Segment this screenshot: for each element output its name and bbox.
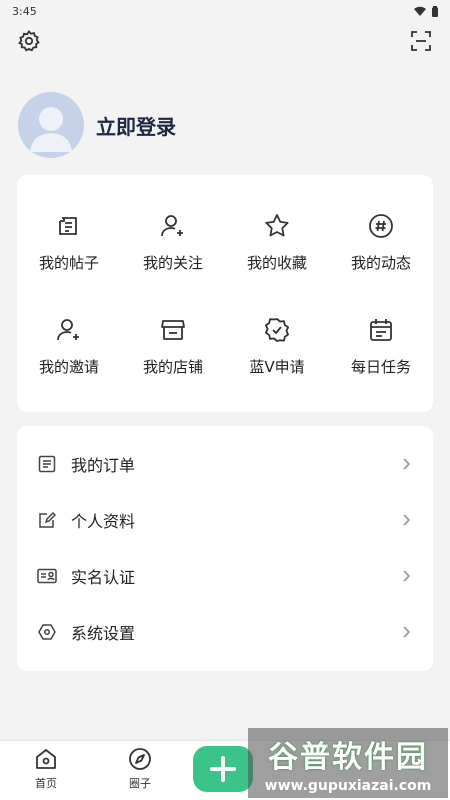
status-bar: 3:45 bbox=[0, 0, 450, 22]
grid-item-my-posts[interactable]: 我的帖子 bbox=[17, 191, 121, 295]
grid-label: 我的邀请 bbox=[38, 357, 99, 376]
post-icon bbox=[59, 217, 77, 236]
grid-label: 我的收藏 bbox=[246, 254, 307, 273]
scan-button[interactable] bbox=[408, 28, 434, 54]
chevron-right-icon bbox=[403, 626, 411, 638]
wifi-icon bbox=[414, 6, 426, 16]
chevron-right-icon bbox=[403, 514, 411, 526]
hexagon-settings-icon bbox=[37, 622, 57, 642]
nav-label-circle: 圈子 bbox=[129, 777, 151, 790]
grid-item-blue-v[interactable]: 蓝V申请 bbox=[225, 295, 329, 399]
grid-label: 我的店铺 bbox=[142, 357, 203, 376]
list-label: 实名认证 bbox=[71, 568, 136, 587]
watermark-title: 谷普软件园 bbox=[268, 740, 428, 775]
order-icon bbox=[37, 454, 57, 474]
grid-label: 蓝V申请 bbox=[249, 357, 305, 376]
grid-label: 我的动态 bbox=[350, 254, 411, 273]
login-link[interactable]: 立即登录 bbox=[96, 111, 176, 140]
list-label: 我的订单 bbox=[71, 456, 136, 475]
default-avatar-icon bbox=[30, 107, 72, 152]
menu-list-card: 我的订单 个人资料 实名认证 系统设置 bbox=[17, 426, 433, 671]
chevron-right-icon bbox=[403, 458, 411, 470]
nav-circle[interactable]: 圈子 bbox=[115, 747, 165, 791]
home-icon bbox=[36, 749, 56, 769]
id-card-icon bbox=[37, 566, 57, 586]
grid-item-my-invites[interactable]: 我的邀请 bbox=[17, 295, 121, 399]
hashtag-icon bbox=[369, 214, 393, 239]
verified-badge-icon bbox=[265, 317, 289, 342]
invite-icon bbox=[57, 318, 79, 340]
gear-icon bbox=[18, 30, 40, 52]
list-item-profile-info[interactable]: 个人资料 bbox=[17, 492, 433, 548]
grid-label: 我的帖子 bbox=[38, 254, 99, 273]
list-item-real-name-verification[interactable]: 实名认证 bbox=[17, 548, 433, 604]
star-icon bbox=[265, 214, 289, 237]
follow-icon bbox=[161, 215, 183, 237]
plus-icon bbox=[210, 756, 236, 782]
nav-home[interactable]: 首页 bbox=[21, 747, 71, 791]
grid-item-daily-tasks[interactable]: 每日任务 bbox=[329, 295, 433, 399]
status-icons bbox=[414, 5, 438, 17]
list-label: 个人资料 bbox=[71, 512, 136, 531]
grid-item-my-favorites[interactable]: 我的收藏 bbox=[225, 191, 329, 295]
watermark: 谷普软件园 www.gupuxiazai.com bbox=[248, 728, 448, 798]
status-time: 3:45 bbox=[12, 4, 37, 18]
nav-label-home: 首页 bbox=[35, 777, 57, 790]
scan-icon bbox=[411, 31, 431, 51]
grid-item-my-store[interactable]: 我的店铺 bbox=[121, 295, 225, 399]
profile-header[interactable]: 立即登录 bbox=[18, 92, 176, 158]
battery-icon bbox=[432, 5, 438, 17]
list-item-my-orders[interactable]: 我的订单 bbox=[17, 436, 433, 492]
chevron-right-icon bbox=[403, 570, 411, 582]
calendar-icon bbox=[370, 318, 392, 341]
avatar[interactable] bbox=[18, 92, 84, 158]
watermark-url: www.gupuxiazai.com bbox=[264, 778, 432, 794]
feature-grid-card: 我的帖子 我的关注 我的收藏 我的动态 我的邀请 我的店铺 蓝V申请 每日任务 bbox=[17, 175, 433, 412]
list-item-system-settings[interactable]: 系统设置 bbox=[17, 604, 433, 660]
create-post-button[interactable] bbox=[193, 746, 253, 792]
grid-label: 我的关注 bbox=[142, 254, 203, 273]
grid-item-my-activity[interactable]: 我的动态 bbox=[329, 191, 433, 295]
settings-gear-button[interactable] bbox=[16, 28, 42, 54]
edit-icon bbox=[37, 510, 57, 530]
grid-item-my-follows[interactable]: 我的关注 bbox=[121, 191, 225, 295]
compass-icon bbox=[129, 748, 151, 770]
grid-label: 每日任务 bbox=[350, 357, 411, 376]
store-icon bbox=[161, 319, 185, 340]
list-label: 系统设置 bbox=[71, 624, 136, 643]
